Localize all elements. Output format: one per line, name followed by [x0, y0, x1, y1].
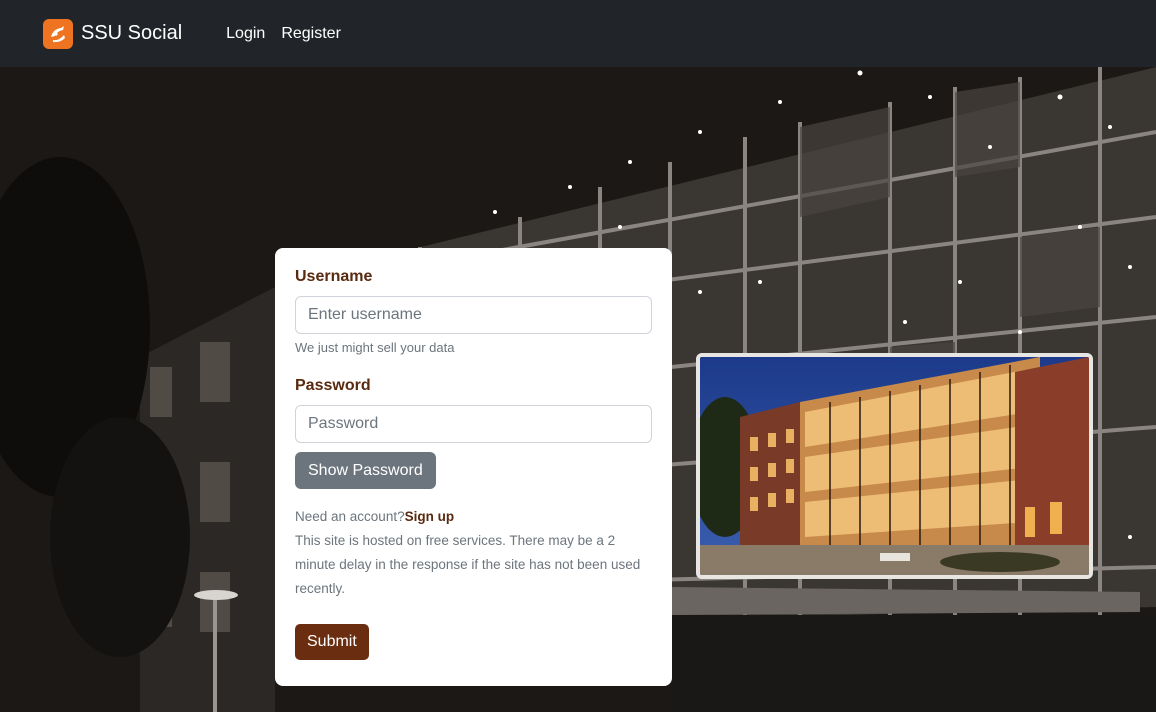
nav-login-link[interactable]: Login [226, 25, 265, 43]
hosting-notice: This site is hosted on free services. Th… [295, 533, 641, 596]
username-label: Username [295, 268, 373, 285]
submit-button[interactable]: Submit [295, 624, 369, 660]
need-account-text: Need an account? [295, 509, 405, 524]
brand-name: SSU Social [81, 22, 183, 44]
campus-building-photo [696, 353, 1093, 579]
signup-row: Need an account?Sign up [295, 505, 652, 529]
show-password-button[interactable]: Show Password [295, 452, 436, 489]
signup-link[interactable]: Sign up [405, 509, 455, 524]
nav-links: Login Register [226, 25, 341, 43]
username-input[interactable] [295, 296, 652, 334]
navbar: SSU Social Login Register [0, 0, 1156, 67]
ssu-logo-icon [43, 18, 73, 49]
nav-register-link[interactable]: Register [281, 25, 341, 43]
info-text: Need an account?Sign up This site is hos… [295, 505, 652, 601]
username-help-text: We just might sell your data [295, 340, 455, 355]
login-form: Username We just might sell your data Pa… [275, 248, 672, 686]
password-label: Password [295, 377, 371, 394]
brand-link[interactable]: SSU Social [43, 18, 183, 49]
password-input[interactable] [295, 405, 652, 443]
